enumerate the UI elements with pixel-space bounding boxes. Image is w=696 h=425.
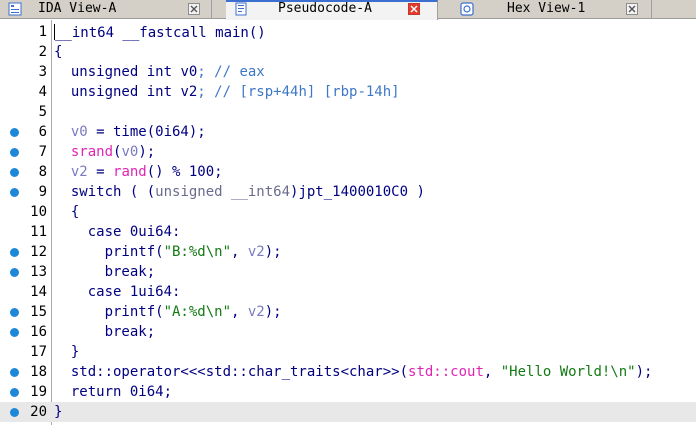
- breakpoint-dot[interactable]: [10, 328, 19, 337]
- breakpoint-dot[interactable]: [10, 148, 19, 157]
- tab-label: Pseudocode-A: [278, 1, 372, 16]
- code-text[interactable]: switch ( (unsigned __int64)jpt_1400010C0…: [54, 184, 425, 200]
- tab-pseudocode-a[interactable]: Pseudocode-A: [226, 0, 438, 20]
- line-number: 16: [30, 324, 47, 340]
- code-text[interactable]: {: [54, 204, 79, 220]
- pseudocode-icon: [234, 2, 248, 16]
- line-number: 5: [38, 104, 47, 120]
- code-text[interactable]: unsigned int v2; // [rsp+44h] [rbp-14h]: [54, 84, 400, 100]
- line-number: 7: [38, 144, 47, 160]
- code-line[interactable]: 3 unsigned int v0; // eax: [0, 62, 696, 82]
- code-line[interactable]: 7 srand(v0);: [0, 142, 696, 162]
- breakpoint-dot[interactable]: [10, 248, 19, 257]
- code-line-current[interactable]: 20 }: [0, 402, 696, 422]
- breakpoint-dot[interactable]: [10, 188, 19, 197]
- code-line[interactable]: 19 return 0i64;: [0, 382, 696, 402]
- code-line[interactable]: 6 v0 = time(0i64);: [0, 122, 696, 142]
- code-line[interactable]: 17 }: [0, 342, 696, 362]
- breakpoint-dot[interactable]: [10, 388, 19, 397]
- code-text[interactable]: srand(v0);: [54, 144, 155, 160]
- code-line[interactable]: 9 switch ( (unsigned __int64)jpt_1400010…: [0, 182, 696, 202]
- line-number: 10: [30, 204, 47, 220]
- code-text[interactable]: }: [54, 404, 62, 420]
- code-text[interactable]: unsigned int v0; // eax: [54, 64, 265, 80]
- line-number: 18: [30, 364, 47, 380]
- code-text[interactable]: }: [54, 344, 79, 360]
- code-line[interactable]: 1 __int64 __fastcall main(): [0, 22, 696, 42]
- line-number: 19: [30, 384, 47, 400]
- code-line[interactable]: 11 case 0ui64:: [0, 222, 696, 242]
- close-tab-button[interactable]: [626, 3, 638, 15]
- line-number: 17: [30, 344, 47, 360]
- code-line[interactable]: 16 break;: [0, 322, 696, 342]
- tab-hex-view-1[interactable]: Hex View-1: [452, 0, 652, 19]
- line-number: 1: [38, 24, 47, 40]
- line-number: 11: [30, 224, 47, 240]
- code-line[interactable]: 4 unsigned int v2; // [rsp+44h] [rbp-14h…: [0, 82, 696, 102]
- code-line[interactable]: 14 case 1ui64:: [0, 282, 696, 302]
- breakpoint-dot[interactable]: [10, 368, 19, 377]
- tab-ida-view-a[interactable]: IDA View-A: [0, 0, 212, 19]
- code-text[interactable]: v2 = rand() % 100;: [54, 164, 223, 180]
- line-number: 2: [38, 44, 47, 60]
- breakpoint-dot[interactable]: [10, 168, 19, 177]
- code-line[interactable]: 2 {: [0, 42, 696, 62]
- code-text[interactable]: case 1ui64:: [54, 284, 181, 300]
- code-text[interactable]: {: [54, 44, 62, 60]
- line-number: 9: [38, 184, 47, 200]
- code-line[interactable]: 10 {: [0, 202, 696, 222]
- code-text[interactable]: break;: [54, 264, 156, 280]
- breakpoint-dot[interactable]: [10, 408, 19, 417]
- tab-label: IDA View-A: [38, 1, 117, 16]
- line-number: 13: [30, 264, 47, 280]
- code-text[interactable]: return 0i64;: [54, 384, 172, 400]
- close-tab-button[interactable]: [408, 3, 420, 15]
- line-number: 6: [38, 124, 47, 140]
- line-number: 15: [30, 304, 47, 320]
- code-line[interactable]: 8 v2 = rand() % 100;: [0, 162, 696, 182]
- code-line[interactable]: 12 printf("B:%d\n", v2);: [0, 242, 696, 262]
- code-text[interactable]: v0 = time(0i64);: [54, 124, 206, 140]
- code-line[interactable]: 18 std::operator<<<std::char_traits<char…: [0, 362, 696, 382]
- tab-label: Hex View-1: [507, 1, 586, 16]
- line-number: 20: [30, 404, 47, 420]
- code-text[interactable]: __int64 __fastcall main(): [54, 24, 266, 41]
- code-line[interactable]: 5: [0, 102, 696, 122]
- line-number: 14: [30, 284, 47, 300]
- breakpoint-dot[interactable]: [10, 268, 19, 277]
- code-text[interactable]: printf("B:%d\n", v2);: [54, 244, 282, 260]
- graph-view-icon: [8, 2, 22, 16]
- close-tab-button[interactable]: [188, 3, 200, 15]
- breakpoint-dot[interactable]: [10, 128, 19, 137]
- code-text[interactable]: break;: [54, 324, 156, 340]
- pseudocode-view[interactable]: 1 __int64 __fastcall main() 2 { 3 unsign…: [0, 20, 696, 425]
- line-number: 4: [38, 84, 47, 100]
- tab-bar: IDA View-A Pseudocode-A Hex View-1: [0, 0, 696, 20]
- line-number: 3: [38, 64, 47, 80]
- code-text[interactable]: case 0ui64:: [54, 224, 181, 240]
- code-line[interactable]: 13 break;: [0, 262, 696, 282]
- code-text[interactable]: std::operator<<<std::char_traits<char>>(…: [54, 364, 653, 380]
- breakpoint-dot[interactable]: [10, 308, 19, 317]
- code-line[interactable]: 15 printf("A:%d\n", v2);: [0, 302, 696, 322]
- hex-view-icon: [460, 2, 474, 16]
- line-number: 8: [38, 164, 47, 180]
- code-text[interactable]: printf("A:%d\n", v2);: [54, 304, 282, 320]
- line-number: 12: [30, 244, 47, 260]
